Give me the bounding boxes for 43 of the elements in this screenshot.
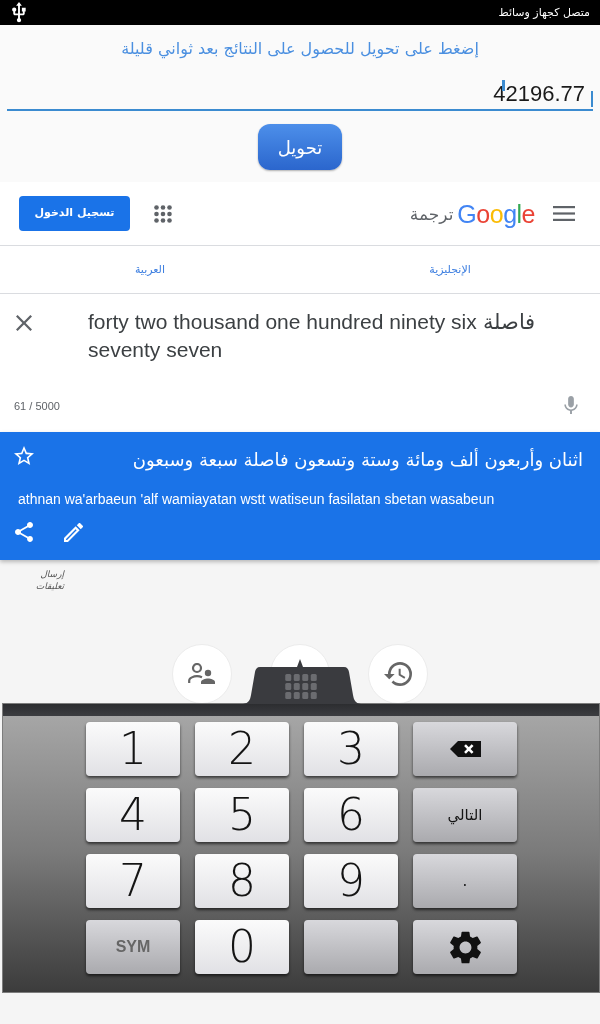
keyboard-key[interactable]: .	[413, 854, 517, 908]
star-icon[interactable]	[14, 446, 34, 466]
history-icon	[384, 661, 412, 687]
digit-key[interactable]: 3	[304, 722, 398, 776]
people-icon	[188, 663, 216, 685]
translated-text: اثنان وأربعون ألف ومائة وستة وتسعون فاصلة سبعة وسبعون	[132, 448, 583, 472]
sign-in-button[interactable]: تسجيل الدخول	[19, 196, 130, 231]
close-icon[interactable]	[16, 315, 32, 331]
digit-key[interactable]: 6	[304, 788, 398, 842]
digit-key[interactable]: 9	[304, 854, 398, 908]
hint-text: إضغط على تحويل للحصول على النتائج بعد ثواني قليلة	[121, 38, 479, 60]
pencil-icon[interactable]	[64, 522, 83, 542]
digit-key[interactable]: 5	[195, 788, 289, 842]
settings-icon	[448, 930, 482, 964]
menu-icon[interactable]	[553, 206, 575, 221]
digit-key[interactable]: 1	[86, 722, 180, 776]
character-counter: 61 / 5000	[14, 398, 60, 414]
backspace-key[interactable]	[413, 722, 517, 776]
keyboard-key[interactable]: التالي	[413, 788, 517, 842]
microphone-icon[interactable]	[564, 396, 578, 415]
logo-text[interactable]: Google	[457, 199, 535, 228]
source-text[interactable]: forty two thousand one hundred ninety six فاصلة seventy seven	[88, 294, 600, 364]
digit-key[interactable]: 2	[195, 722, 289, 776]
digit-key[interactable]: 8	[195, 854, 289, 908]
settings-key[interactable]	[413, 920, 517, 974]
digit-key[interactable]: 7	[86, 854, 180, 908]
grip-icon	[285, 674, 317, 699]
product-name: ترجمة	[409, 202, 454, 226]
transliteration-text: athnan wa'arbaeun 'alf wamiayatan wstt watiseun fasilatan sbetan wasabeun	[17, 490, 496, 509]
language-tab[interactable]: الإنجليزية	[429, 261, 471, 278]
backspace-icon	[449, 741, 481, 757]
text-cursor	[591, 91, 593, 107]
language-tab[interactable]: العربية	[134, 261, 166, 278]
digit-key[interactable]: 0	[195, 920, 289, 974]
notification-text: متصل كجهاز وسائط	[498, 5, 590, 20]
digit-key[interactable]: 4	[86, 788, 180, 842]
caret-icon	[297, 659, 303, 667]
convert-button[interactable]: تحويل	[258, 124, 342, 170]
usb-icon	[10, 2, 28, 23]
feedback-link[interactable]: إرسال تعليقات	[24, 568, 64, 592]
apps-grid-icon[interactable]	[154, 204, 172, 223]
share-icon[interactable]	[14, 522, 34, 542]
number-input[interactable]: 42196.77	[7, 78, 593, 111]
